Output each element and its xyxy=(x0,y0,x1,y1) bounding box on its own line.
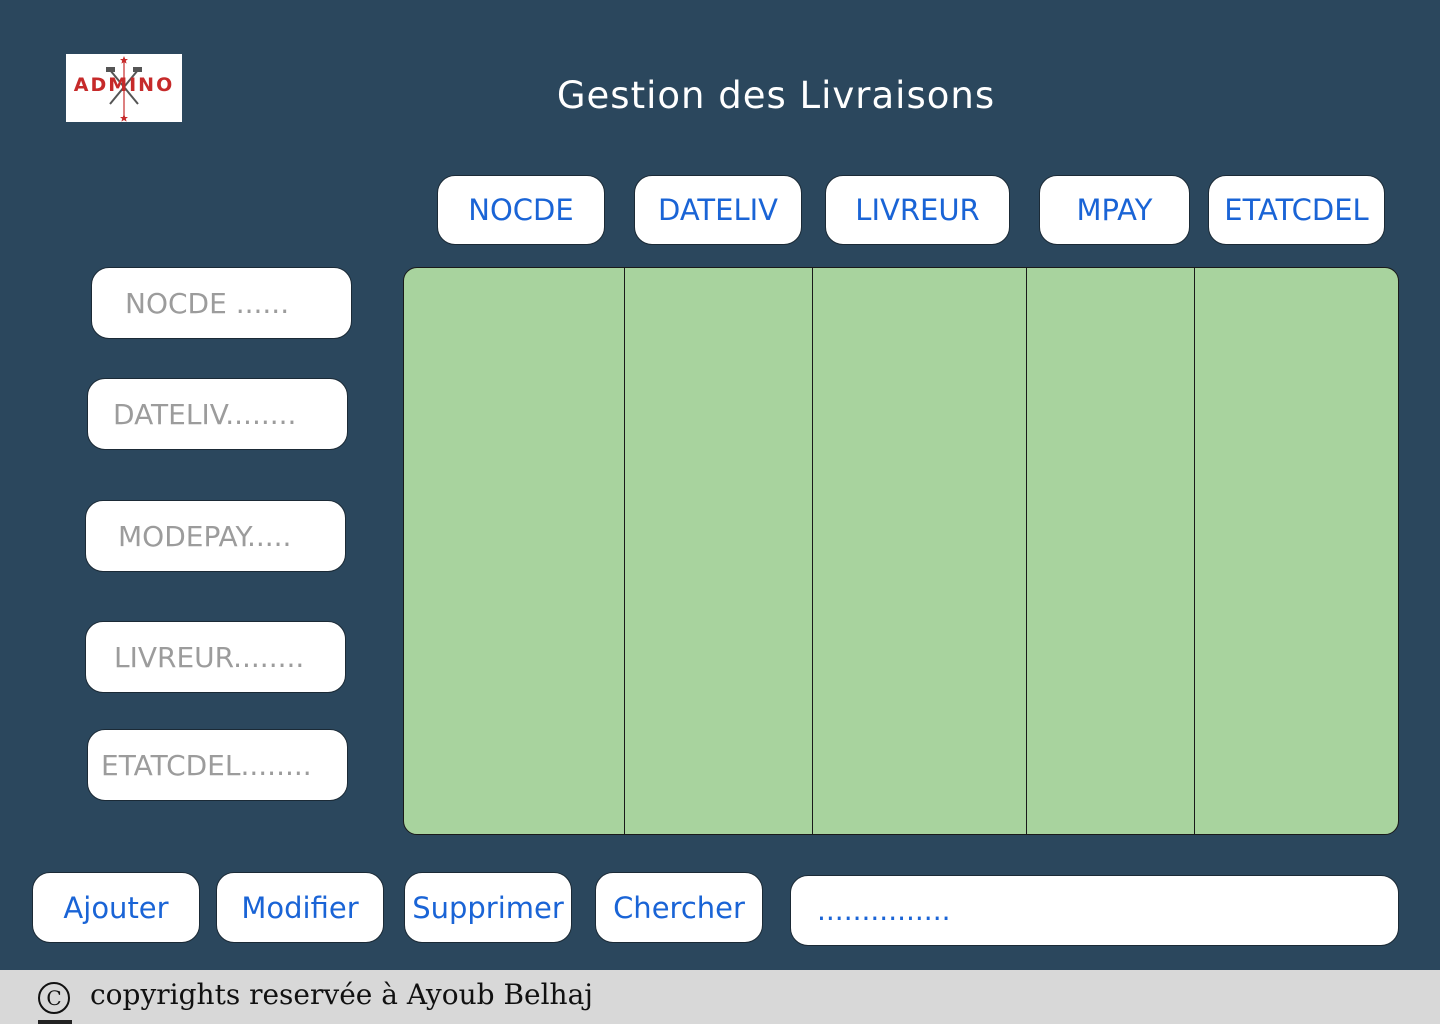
page-title: Gestion des Livraisons xyxy=(556,74,996,117)
nocde-input[interactable] xyxy=(91,267,352,339)
table-column-livreur xyxy=(812,268,1027,834)
column-header-livreur[interactable]: LIVREUR xyxy=(825,175,1010,245)
result-text: ............... xyxy=(817,894,951,927)
column-header-etatcdel[interactable]: ETATCDEL xyxy=(1208,175,1385,245)
etatcdel-input[interactable] xyxy=(87,729,348,801)
dateliv-input[interactable] xyxy=(87,378,348,450)
table-column-mpay xyxy=(1026,268,1195,834)
add-button[interactable]: Ajouter xyxy=(32,872,200,943)
table-column-dateliv xyxy=(624,268,813,834)
search-button[interactable]: Chercher xyxy=(595,872,763,943)
delete-button[interactable]: Supprimer xyxy=(404,872,572,943)
copyright-symbol: C xyxy=(46,986,62,1010)
column-header-mpay[interactable]: MPAY xyxy=(1039,175,1190,245)
livreur-input[interactable] xyxy=(85,621,346,693)
footer: C copyrights reservée à Ayoub Belhaj xyxy=(0,970,1440,1024)
copyright-icon: C xyxy=(38,982,70,1014)
table-column-etatcdel xyxy=(1194,268,1398,834)
table-column-nocde xyxy=(404,268,625,834)
footer-underline xyxy=(38,1020,72,1024)
deliveries-table[interactable] xyxy=(403,267,1399,835)
admino-logo: ADMINO xyxy=(66,54,182,122)
column-header-nocde[interactable]: NOCDE xyxy=(437,175,605,245)
edit-button[interactable]: Modifier xyxy=(216,872,384,943)
result-field[interactable]: ............... xyxy=(790,875,1399,946)
modepay-input[interactable] xyxy=(85,500,346,572)
column-header-dateliv[interactable]: DATELIV xyxy=(634,175,802,245)
logo-text: ADMINO xyxy=(73,74,175,96)
copyright-text: copyrights reservée à Ayoub Belhaj xyxy=(90,978,593,1011)
